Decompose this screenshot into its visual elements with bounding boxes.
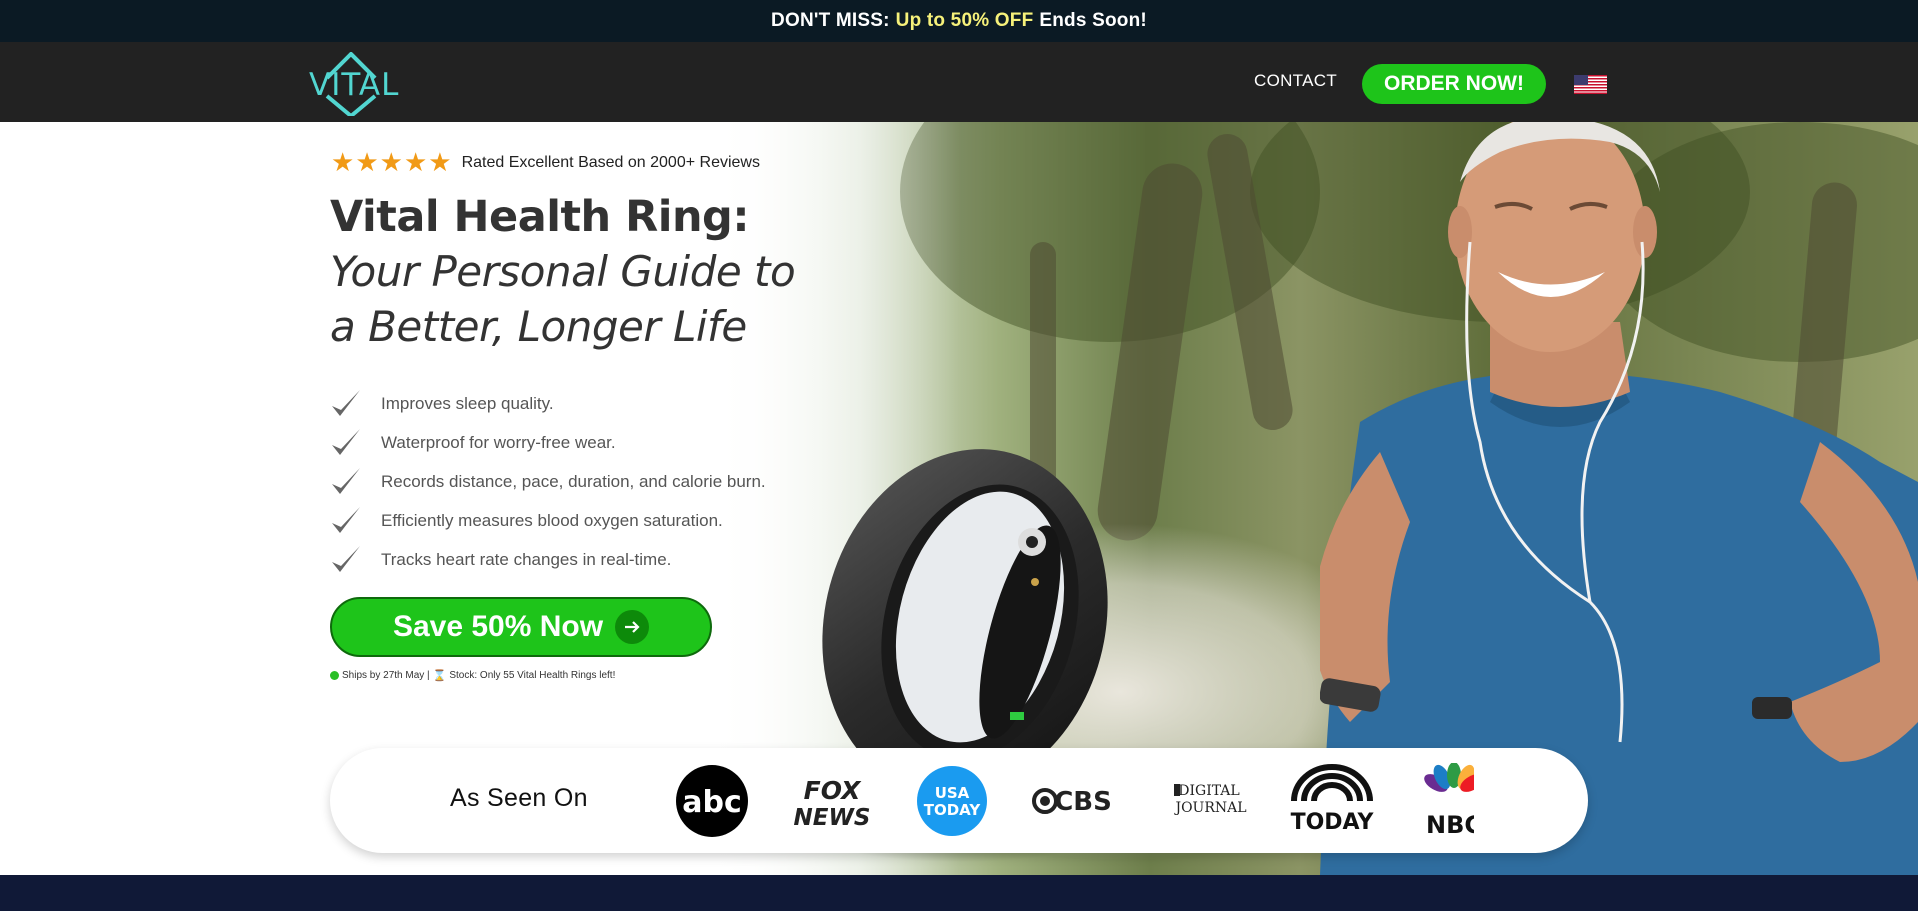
shipping-info: Ships by 27th May | ⌛ Stock: Only 55 Vit… — [330, 669, 615, 682]
checkmark-icon — [332, 428, 360, 455]
stock-text: Stock: Only 55 Vital Health Rings left! — [449, 670, 616, 681]
media-logos: abc FOX NEWS USA TODAY CBS DIGITAL JOURN… — [676, 763, 1474, 839]
feature-item: Records distance, pace, duration, and ca… — [330, 462, 766, 501]
usa-today-logo-icon: USA TODAY — [917, 766, 987, 836]
svg-text:CBS: CBS — [1054, 787, 1112, 817]
as-seen-on-label: As Seen On — [450, 784, 588, 812]
feature-item: Improves sleep quality. — [330, 384, 766, 423]
hourglass-icon: ⌛ — [432, 669, 447, 682]
star-icon: ★ — [428, 148, 452, 178]
next-section-band — [0, 875, 1918, 911]
svg-text:TODAY: TODAY — [1291, 810, 1375, 835]
svg-text:abc: abc — [682, 785, 742, 820]
svg-text:TODAY: TODAY — [924, 801, 982, 819]
as-seen-on-bar: As Seen On abc FOX NEWS USA TODAY CBS DI… — [330, 748, 1588, 853]
feature-item: Efficiently measures blood oxygen satura… — [330, 501, 766, 540]
promo-highlight: Up to 50% OFF — [895, 10, 1034, 31]
arrow-right-icon — [615, 610, 650, 644]
rating-text: Rated Excellent Based on 2000+ Reviews — [461, 154, 760, 171]
svg-text:USA: USA — [935, 784, 970, 802]
digital-journal-logo-icon: DIGITAL JOURNAL — [1173, 783, 1246, 816]
promo-prefix: DON'T MISS: — [771, 10, 890, 31]
hero-title: Vital Health Ring: — [330, 192, 750, 242]
svg-text:DIGITAL: DIGITAL — [1178, 783, 1239, 799]
svg-text:JOURNAL: JOURNAL — [1173, 800, 1246, 816]
checkmark-icon — [332, 506, 360, 533]
contact-link[interactable]: CONTACT — [1254, 71, 1337, 91]
svg-text:NBC: NBC — [1426, 811, 1474, 839]
abc-logo-icon: abc — [676, 765, 748, 837]
feature-item: Waterproof for worry-free wear. — [330, 423, 766, 462]
svg-text:NEWS: NEWS — [794, 805, 871, 831]
cbs-logo-icon: CBS — [1032, 787, 1112, 817]
green-dot-icon — [330, 671, 339, 680]
star-icon: ★ — [379, 148, 403, 178]
feature-list: Improves sleep quality. Waterproof for w… — [330, 384, 766, 579]
feature-text: Efficiently measures blood oxygen satura… — [381, 510, 723, 530]
vital-logo[interactable]: VITAL — [309, 51, 400, 119]
ship-text: Ships by 27th May | — [342, 670, 430, 681]
star-icon: ★ — [331, 148, 355, 178]
checkmark-icon — [332, 389, 360, 416]
site-header: VITAL CONTACT ORDER NOW! — [0, 42, 1918, 122]
star-icon: ★ — [355, 148, 379, 178]
rating-row: ★ ★ ★ ★ ★ Rated Excellent Based on 2000+… — [331, 150, 760, 176]
feature-text: Tracks heart rate changes in real-time. — [381, 549, 672, 569]
promo-bar: DON'T MISS: Up to 50% OFF Ends Soon! — [0, 0, 1918, 42]
fox-news-logo-icon: FOX NEWS — [794, 776, 871, 831]
us-flag-icon[interactable] — [1574, 75, 1607, 94]
feature-item: Tracks heart rate changes in real-time. — [330, 540, 766, 579]
checkmark-icon — [332, 467, 360, 494]
feature-text: Records distance, pace, duration, and ca… — [381, 471, 766, 491]
feature-text: Improves sleep quality. — [381, 393, 554, 413]
feature-text: Waterproof for worry-free wear. — [381, 432, 616, 452]
cta-label: Save 50% Now — [392, 610, 604, 643]
nbc-logo-icon: NBC — [1424, 763, 1474, 839]
today-logo-icon: TODAY — [1291, 764, 1375, 835]
logo-text: VITAL — [309, 67, 400, 103]
svg-text:FOX: FOX — [804, 776, 862, 805]
save-50-button[interactable]: Save 50% Now — [330, 597, 712, 657]
checkmark-icon — [332, 545, 360, 572]
hero-subtitle: Your Personal Guide to a Better, Longer … — [330, 247, 796, 351]
promo-suffix: Ends Soon! — [1039, 10, 1147, 31]
order-now-button[interactable]: ORDER NOW! — [1362, 64, 1546, 104]
star-icon: ★ — [403, 148, 428, 178]
